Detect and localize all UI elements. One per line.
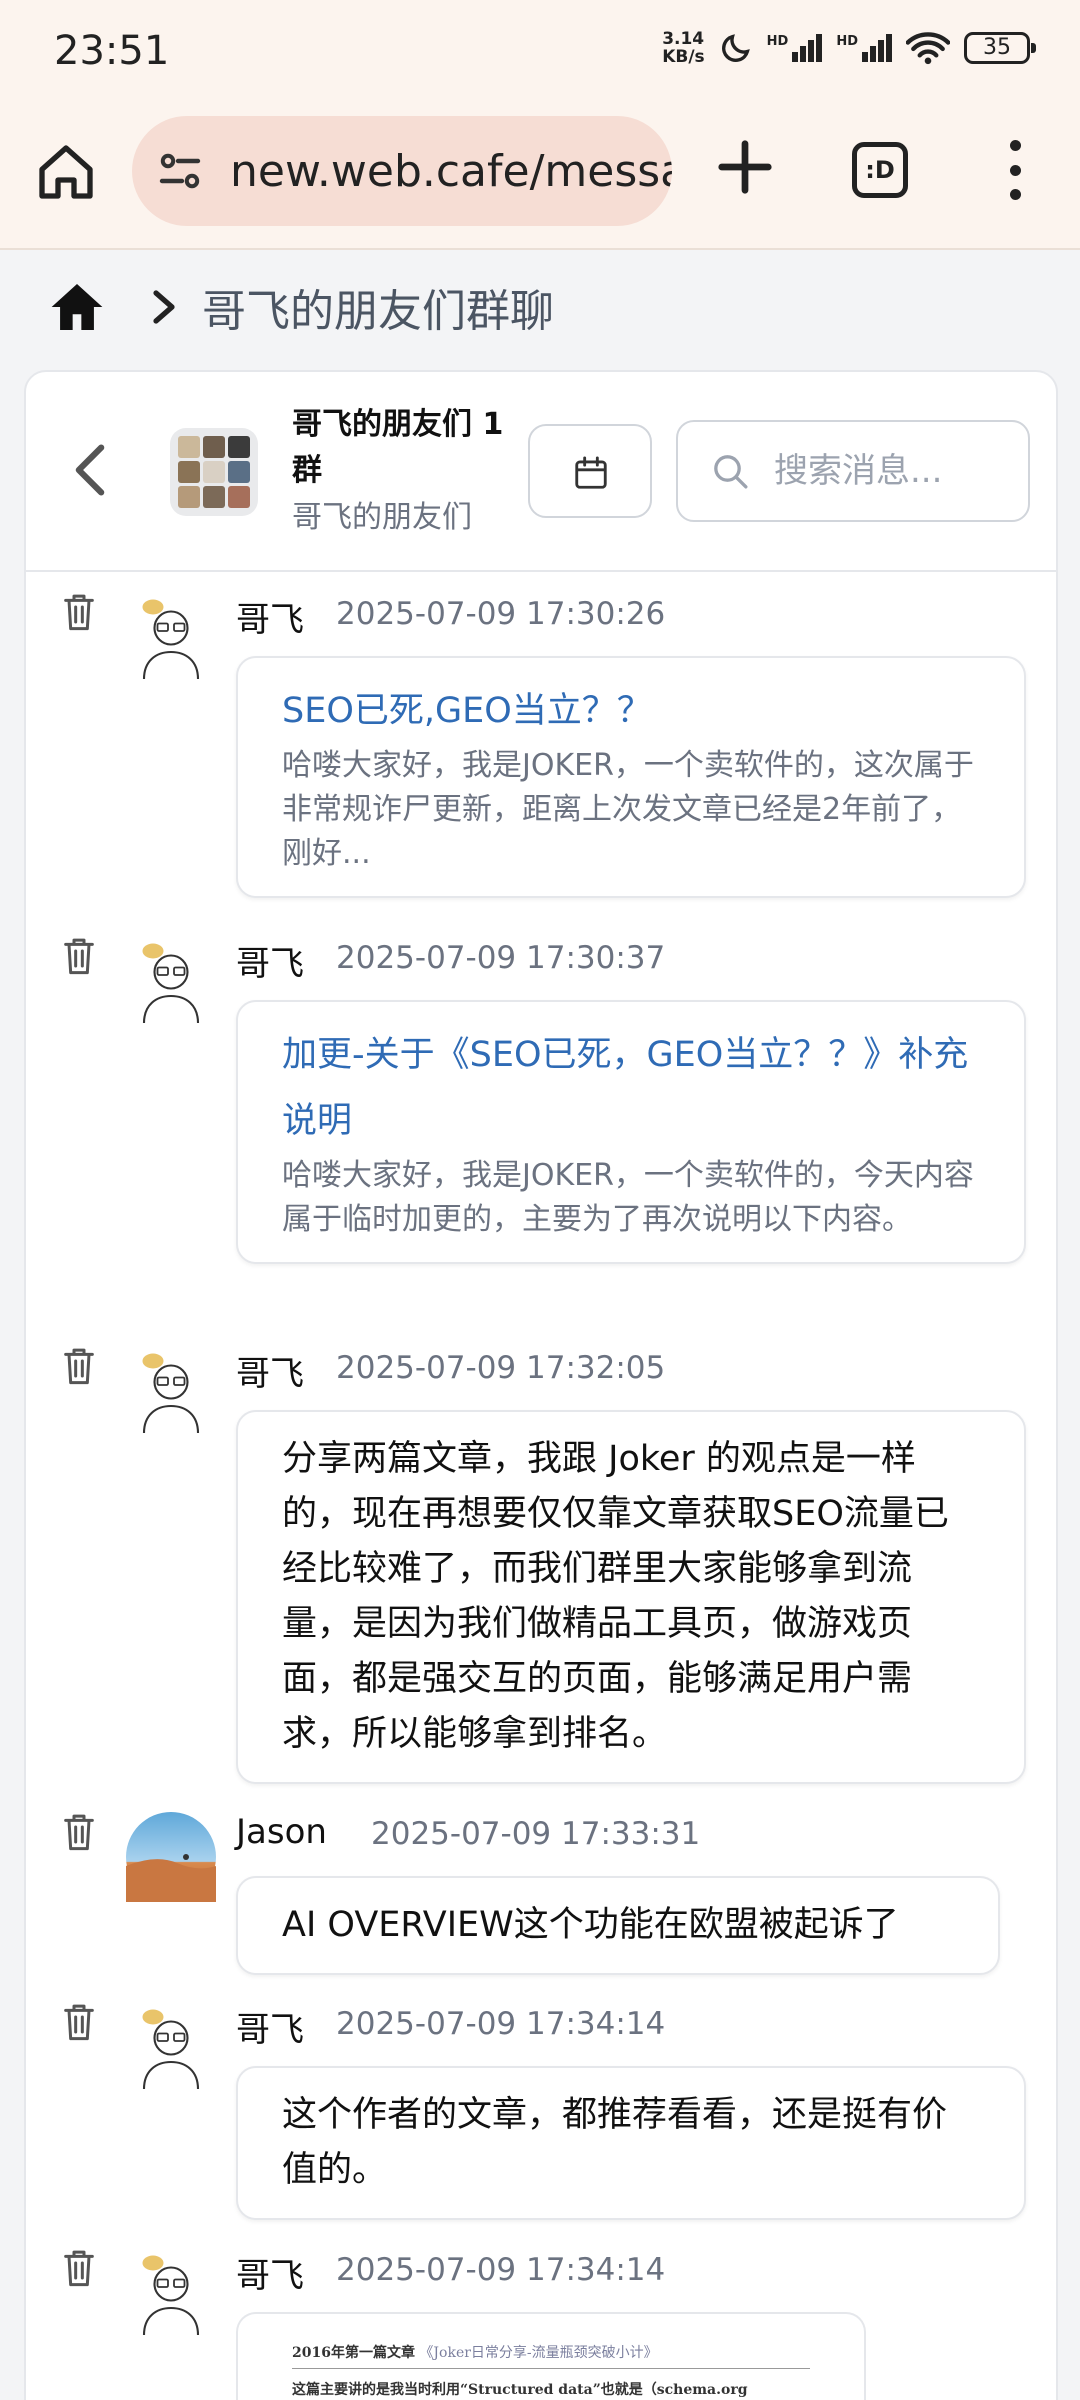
image-text-prefix: 2016年第一篇文章: [292, 2345, 415, 2361]
network-speed-value: 3.14: [662, 29, 705, 49]
message-time: 2025-07-09 17:32:05: [336, 1350, 666, 1386]
site-settings-icon[interactable]: [156, 147, 204, 195]
avatar: [126, 1812, 216, 1902]
search-input[interactable]: [774, 451, 1024, 491]
chat-panel: 哥飞的朋友们 1 群 哥飞的朋友们 哥飞 2025-07-09 17:30:26…: [24, 370, 1058, 2400]
group-avatar: [170, 428, 258, 516]
avatar: [142, 2255, 200, 2336]
message-time: 2025-07-09 17:34:14: [336, 2252, 666, 2288]
message-time: 2025-07-09 17:30:26: [336, 596, 666, 632]
group-subtitle: 哥飞的朋友们: [292, 500, 472, 535]
avatar: [142, 599, 200, 680]
network-speed-unit: KB/s: [662, 47, 705, 67]
trash-icon[interactable]: [62, 936, 96, 976]
calendar-icon: [575, 456, 607, 489]
sender-name: Jason: [236, 1812, 327, 1852]
trash-icon[interactable]: [62, 1346, 96, 1386]
image-text-link: 《Joker日常分享-流量瓶颈突破小计》: [419, 2345, 658, 2361]
image-text-line: 2016年第一篇文章 《Joker日常分享-流量瓶颈突破小计》: [292, 2342, 810, 2369]
signal-icon: HD: [836, 34, 892, 62]
signal-label: HD: [766, 34, 789, 49]
message-time: 2025-07-09 17:30:37: [336, 940, 666, 976]
status-time: 23:51: [54, 28, 170, 74]
search-box[interactable]: [676, 420, 1030, 522]
message-time: 2025-07-09 17:33:31: [371, 1816, 701, 1852]
signal-label: HD: [836, 34, 858, 49]
status-bar: 23:51 3.14 KB/s HD HD 35: [0, 0, 1080, 110]
link-card[interactable]: SEO已死,GEO当立？？ 哈喽大家好，我是JOKER，一个卖软件的，这次属于非…: [236, 656, 1026, 898]
image-text-line: 这篇主要讲的是我当时利用“Structured data”也就是（schema.…: [292, 2382, 748, 2398]
plus-icon[interactable]: [714, 136, 776, 198]
avatar: [142, 2009, 200, 2090]
message-time: 2025-07-09 17:34:14: [336, 2006, 666, 2042]
browser-toolbar: new.web.cafe/messag :D: [0, 110, 1080, 250]
message-text: AI OVERVIEW这个功能在欧盟被起诉了: [282, 1905, 899, 1945]
link-description: 哈喽大家好，我是JOKER，一个卖软件的，今天内容属于临时加更的，主要为了再次说…: [282, 1158, 974, 1237]
sender-name: 哥飞: [236, 600, 304, 640]
network-speed: 3.14 KB/s: [662, 30, 704, 66]
message-text: 这个作者的文章，都推荐看看，还是挺有价值的。: [282, 2095, 948, 2190]
message-bubble: AI OVERVIEW这个功能在欧盟被起诉了: [236, 1876, 1000, 1975]
trash-icon[interactable]: [62, 2002, 96, 2042]
image-attachment[interactable]: 2016年第一篇文章 《Joker日常分享-流量瓶颈突破小计》 这篇主要讲的是我…: [236, 2312, 866, 2400]
link-description: 哈喽大家好，我是JOKER，一个卖软件的，这次属于非常规诈尸更新，距离上次发文章…: [282, 748, 974, 871]
trash-icon[interactable]: [62, 2248, 96, 2288]
battery-icon: 35: [964, 32, 1036, 64]
search-icon: [714, 455, 748, 489]
message-bubble: 分享两篇文章，我跟 Joker 的观点是一样的，现在再想要仅仅靠文章获取SEO流…: [236, 1410, 1026, 1784]
sender-name: 哥飞: [236, 2010, 304, 2050]
breadcrumb-title: 哥飞的朋友们群聊: [202, 286, 554, 337]
chevron-right-icon: [153, 290, 175, 324]
url-text[interactable]: new.web.cafe/messag: [230, 146, 672, 197]
breadcrumb: 哥飞的朋友们群聊: [0, 252, 1080, 362]
trash-icon[interactable]: [62, 1812, 96, 1852]
sender-name: 哥飞: [236, 2256, 304, 2296]
back-icon[interactable]: [70, 442, 110, 498]
message-bubble: 这个作者的文章，都推荐看看，还是挺有价值的。: [236, 2066, 1026, 2220]
chat-header: 哥飞的朋友们 1 群 哥飞的朋友们: [26, 372, 1056, 572]
date-filter-button[interactable]: [528, 424, 652, 518]
link-title[interactable]: SEO已死,GEO当立？？: [282, 678, 980, 744]
link-card[interactable]: 加更-关于《SEO已死，GEO当立？？》补充说明 哈喽大家好，我是JOKER，一…: [236, 1000, 1026, 1264]
wifi-icon: [906, 32, 950, 65]
signal-icon: HD: [767, 34, 823, 62]
sender-name: 哥飞: [236, 944, 304, 984]
home-icon[interactable]: [48, 278, 106, 336]
tabs-icon[interactable]: :D: [852, 142, 908, 198]
sender-name: 哥飞: [236, 1354, 304, 1394]
status-icons: 3.14 KB/s HD HD 35: [662, 30, 1036, 66]
group-name: 哥飞的朋友们 1 群: [292, 407, 504, 488]
home-icon[interactable]: [34, 140, 98, 204]
avatar: [142, 943, 200, 1024]
link-title[interactable]: 加更-关于《SEO已死，GEO当立？？》补充说明: [282, 1022, 980, 1154]
trash-icon[interactable]: [62, 592, 96, 632]
more-icon[interactable]: [1000, 140, 1030, 200]
moon-icon: [721, 34, 750, 62]
avatar: [142, 1353, 200, 1434]
address-bar[interactable]: new.web.cafe/messag: [132, 116, 672, 226]
message-text: 分享两篇文章，我跟 Joker 的观点是一样的，现在再想要仅仅靠文章获取SEO流…: [282, 1439, 949, 1754]
